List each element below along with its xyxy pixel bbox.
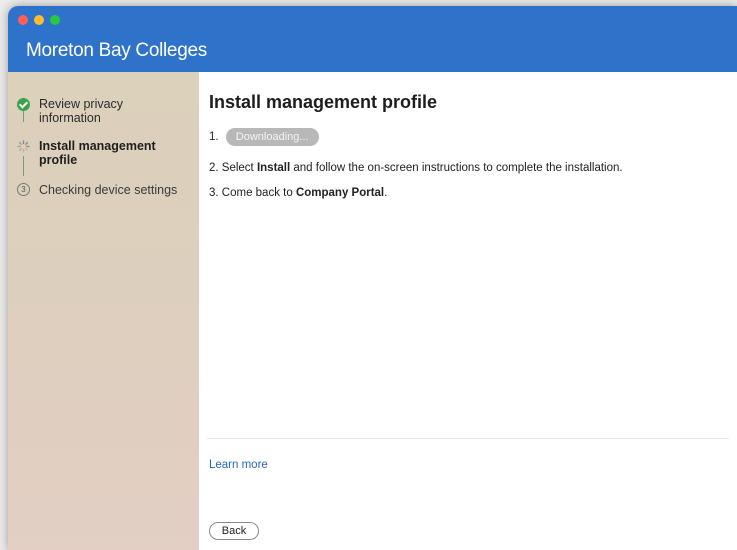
app-title: Moreton Bay Colleges <box>26 40 207 61</box>
step-label: Review privacy information <box>39 97 124 125</box>
instruction-step-1: 1. Downloading... <box>209 128 319 146</box>
title-bar: Moreton Bay Colleges <box>8 6 737 72</box>
steps-sidebar: Review privacy information Install manag… <box>8 72 199 550</box>
minimize-window-button[interactable] <box>34 15 44 25</box>
instruction-step-3: 3. Come back to Company Portal. <box>209 187 388 199</box>
main-content: Install management profile 1. Downloadin… <box>199 72 737 550</box>
footer-divider <box>207 438 729 439</box>
app-window: Moreton Bay Colleges Review privacy info… <box>8 6 737 550</box>
instruction-step-2: 2. Select Install and follow the on-scre… <box>209 162 623 174</box>
circled-three-icon: 3 <box>17 183 30 196</box>
back-button[interactable]: Back <box>209 522 259 540</box>
check-circle-icon <box>17 98 30 111</box>
zoom-window-button[interactable] <box>50 15 60 25</box>
downloading-button[interactable]: Downloading... <box>225 128 319 146</box>
close-window-button[interactable] <box>18 15 28 25</box>
step-connector <box>23 110 24 122</box>
step-connector <box>23 156 24 176</box>
spinner-icon <box>17 140 30 153</box>
learn-more-link[interactable]: Learn more <box>209 459 268 471</box>
step-label: Checking device settings <box>39 183 178 197</box>
step-label: Install management profile <box>39 139 156 167</box>
page-title: Install management profile <box>209 92 438 112</box>
